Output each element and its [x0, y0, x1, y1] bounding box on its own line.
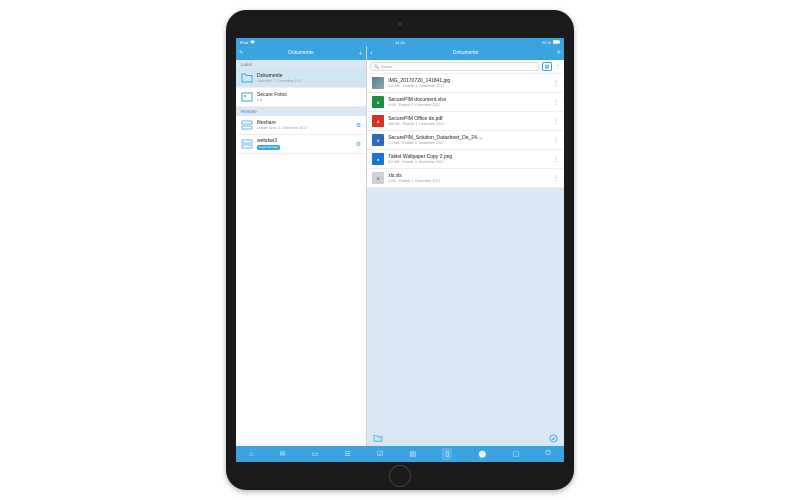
grid-toggle-button[interactable]: ▦	[542, 62, 552, 71]
server-icon	[241, 119, 253, 131]
tab-bar: ⌂ ✉ ▭ ☰ ☑ ▤ ▯ ⬤ ▢ ⏻	[236, 446, 564, 462]
device-label: iPad	[240, 40, 248, 45]
refresh-icon[interactable]: ⟳	[557, 50, 561, 56]
right-pane-header: ‹ Dokumente ⟳	[367, 46, 564, 60]
file-thumb-xlsx2-icon: X	[372, 134, 384, 146]
home-button[interactable]	[389, 465, 411, 487]
file-row[interactable]: ●Tablet Wallpaper Copy 2.png8.0 MB · Ers…	[367, 150, 564, 169]
search-input[interactable]: 🔍 Suche	[370, 62, 539, 71]
wifi-icon	[250, 40, 255, 45]
sidebar-item-webdav3[interactable]: webdav3 Login benötigt ⚙	[236, 135, 366, 154]
file-thumb-png-icon: ●	[372, 153, 384, 165]
file-row[interactable]: XSecurePIM document.xlsx9 KB · Erstellt:…	[367, 93, 564, 112]
more-icon[interactable]: ⋮	[553, 156, 559, 163]
tab-key[interactable]: ⌂	[249, 451, 253, 458]
right-pane-title: Dokumente	[453, 50, 479, 56]
file-row[interactable]: IMG_20170720_141841.jpg412 KB · Erstellt…	[367, 74, 564, 93]
left-pane-header: ✎ Dokumente ＋	[236, 46, 366, 60]
file-meta: 8.0 MB · Erstellt: 1. Dezember 2017	[388, 160, 549, 164]
file-row[interactable]: XSecurePIM_Solution_Datasheet_De_24....1…	[367, 131, 564, 150]
folder-icon	[241, 72, 253, 84]
search-row: 🔍 Suche ▦ ⋮	[367, 60, 564, 74]
left-pane-title: Dokumente	[288, 50, 314, 56]
file-thumb-pdf-icon: A	[372, 115, 384, 127]
status-bar: iPad 14:51 93 %	[236, 38, 564, 46]
sidebar-item-sub: k.A.	[257, 98, 361, 102]
screen: iPad 14:51 93 % ✎ Dokumente ＋	[236, 38, 564, 462]
tab-settings[interactable]: ⏻	[545, 450, 551, 458]
tab-camera[interactable]: ▢	[512, 450, 519, 458]
tab-documents[interactable]: ▯	[442, 448, 452, 460]
file-meta: 486 KB · Erstellt: 1. Dezember 2017	[388, 122, 549, 126]
more-icon[interactable]: ⋮	[553, 80, 559, 87]
section-label-local: Lokal	[236, 60, 366, 69]
photos-icon	[241, 91, 253, 103]
file-thumb-img-icon	[372, 77, 384, 89]
circle-check-icon[interactable]	[549, 434, 558, 445]
front-camera	[398, 22, 402, 26]
gear-icon[interactable]: ⚙	[356, 141, 361, 148]
new-folder-icon[interactable]: +	[373, 434, 383, 444]
more-icon[interactable]: ⋮	[553, 99, 559, 106]
sidebar-item-sub: Letzter Sync: 1. Dezember 2017	[257, 126, 352, 130]
tab-contacts[interactable]: ☰	[345, 450, 351, 458]
more-icon[interactable]: ⋮	[553, 137, 559, 144]
file-meta: 9 KB · Erstellt: 1. Dezember 2017	[388, 103, 549, 107]
empty-area	[367, 188, 564, 432]
tab-calendar[interactable]: ▭	[312, 450, 319, 458]
file-meta: 412 KB · Erstellt: 1. Dezember 2017	[388, 84, 549, 88]
gear-icon[interactable]: ⚙	[356, 122, 361, 129]
battery-pct: 93 %	[542, 40, 551, 45]
battery-icon	[553, 40, 560, 45]
more-icon[interactable]: ⋮	[553, 175, 559, 182]
file-thumb-xls-icon: X	[372, 172, 384, 184]
sidebar-item-sub: Geändert: 1. Dezember 2017	[257, 79, 361, 83]
section-label-remote: Remote	[236, 107, 366, 116]
tab-tasks[interactable]: ☑	[377, 450, 383, 458]
ipad-device-frame: iPad 14:51 93 % ✎ Dokumente ＋	[226, 10, 574, 490]
file-meta: 1.0 MB · Erstellt: 1. Dezember 2017	[388, 141, 549, 145]
search-icon: 🔍	[374, 64, 379, 69]
sidebar-item-dokumente[interactable]: Dokumente Geändert: 1. Dezember 2017	[236, 69, 366, 88]
file-thumb-xlsx-icon: X	[372, 96, 384, 108]
add-icon[interactable]: ＋	[358, 50, 363, 57]
clock: 14:51	[395, 40, 405, 45]
sidebar-item-fileshare[interactable]: fileshare Letzter Sync: 1. Dezember 2017…	[236, 116, 366, 135]
chevron-left-icon[interactable]: ‹	[370, 50, 372, 57]
tab-browser[interactable]: ⬤	[478, 450, 486, 458]
more-icon[interactable]: ⋮	[553, 118, 559, 125]
sidebar-item-secure-fotos[interactable]: Secure Fotos k.A.	[236, 88, 366, 107]
login-required-badge: Login benötigt	[257, 145, 280, 150]
edit-icon[interactable]: ✎	[239, 50, 243, 56]
file-meta: 1 KB · Erstellt: 1. Dezember 2017	[388, 179, 549, 183]
search-placeholder: Suche	[381, 64, 392, 69]
file-row[interactable]: Xxls.xls1 KB · Erstellt: 1. Dezember 201…	[367, 169, 564, 188]
more-icon[interactable]: ⋮	[555, 63, 561, 70]
left-pane: ✎ Dokumente ＋ Lokal Dokumente Geändert: …	[236, 46, 367, 446]
tab-notes[interactable]: ▤	[410, 450, 417, 458]
server-icon	[241, 138, 253, 150]
tab-mail[interactable]: ✉	[280, 450, 286, 458]
file-row[interactable]: ASecurePIM Office de.pdf486 KB · Erstell…	[367, 112, 564, 131]
file-list: IMG_20170720_141841.jpg412 KB · Erstellt…	[367, 74, 564, 188]
right-pane-footer: +	[367, 432, 564, 446]
right-pane: ‹ Dokumente ⟳ 🔍 Suche ▦ ⋮ IMG_20170720_1…	[367, 46, 564, 446]
